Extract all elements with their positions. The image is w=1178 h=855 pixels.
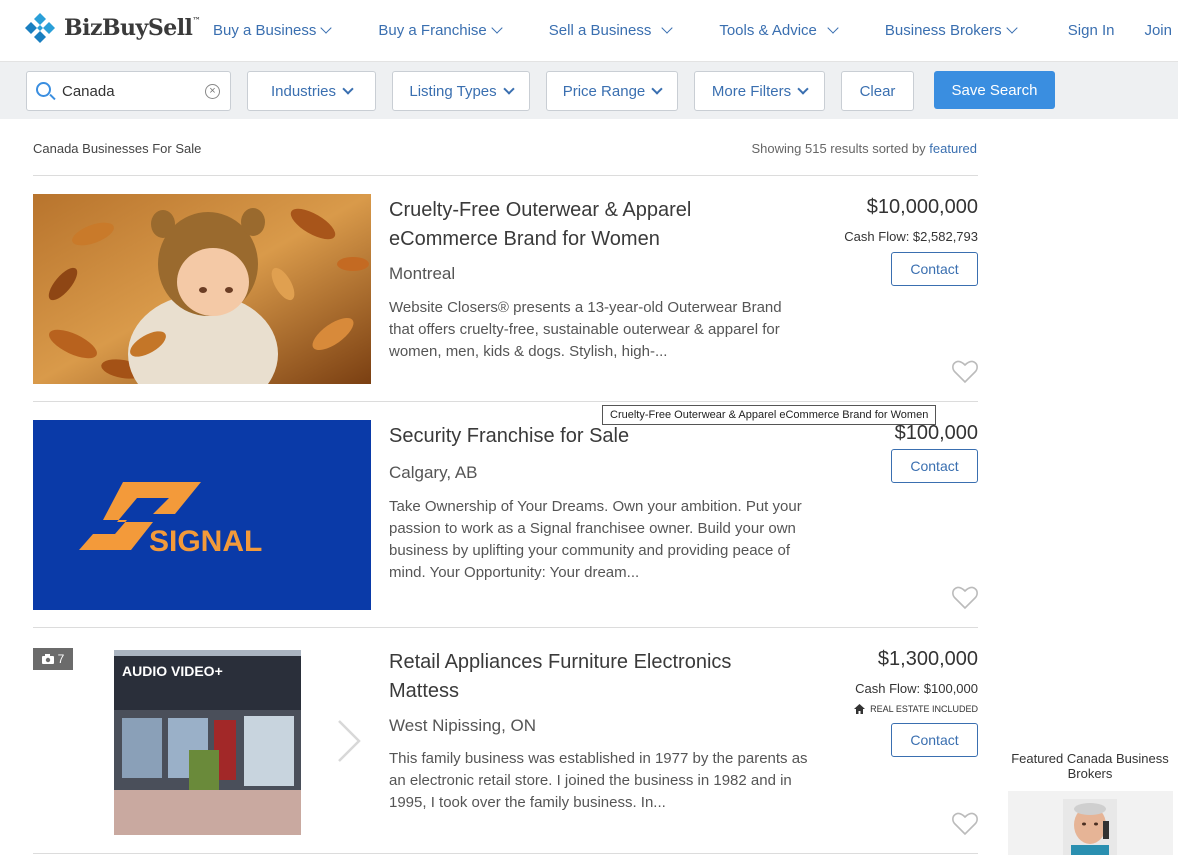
featured-brokers-title: Featured Canada Business Brokers bbox=[1011, 751, 1169, 781]
storefront-image: AUDIO VIDEO+ bbox=[114, 650, 301, 835]
listing-thumbnail[interactable]: SIGNAL bbox=[33, 420, 371, 610]
search-input[interactable] bbox=[62, 82, 192, 100]
listing-title[interactable]: Retail Appliances Furniture Electronics … bbox=[389, 648, 789, 706]
account-nav: Sign In Join bbox=[1038, 22, 1172, 39]
site-header: BizBuySell™ Buy a Business Buy a Franchi… bbox=[0, 0, 1178, 62]
listing-title[interactable]: Cruelty-Free Outerwear & Apparel eCommer… bbox=[389, 196, 789, 254]
contact-button[interactable]: Contact bbox=[891, 252, 978, 286]
favorite-heart-icon[interactable] bbox=[952, 360, 978, 384]
camera-icon bbox=[41, 654, 54, 664]
results-title: Canada Businesses For Sale bbox=[33, 141, 202, 156]
logo-text: BizBuySell™ bbox=[64, 15, 200, 41]
chevron-down-icon bbox=[661, 22, 674, 34]
signal-logo-image: SIGNAL bbox=[33, 420, 371, 610]
real-estate-badge: REAL ESTATE INCLUDED bbox=[854, 704, 978, 714]
nav-buy-business[interactable]: Buy a Business bbox=[213, 22, 333, 39]
more-filters-dropdown[interactable]: More Filters bbox=[694, 71, 825, 111]
divider bbox=[33, 853, 978, 854]
listing-card[interactable]: 7 AUDIO VIDEO+ Retail Appliances Furnitu… bbox=[33, 646, 978, 836]
listing-price: $1,300,000 bbox=[877, 648, 978, 670]
chevron-down-icon bbox=[651, 82, 663, 95]
listing-card[interactable]: Cruelty-Free Outerwear & Apparel eCommer… bbox=[33, 194, 978, 384]
site-logo[interactable]: BizBuySell™ bbox=[24, 12, 200, 44]
house-icon bbox=[854, 704, 866, 714]
join-link[interactable]: Join bbox=[1144, 22, 1172, 39]
nav-tools-advice[interactable]: Tools & Advice bbox=[719, 22, 839, 39]
clear-button[interactable]: Clear bbox=[841, 71, 914, 111]
listing-thumbnail[interactable]: AUDIO VIDEO+ bbox=[114, 650, 301, 835]
nav-sell-business[interactable]: Sell a Business bbox=[549, 22, 674, 39]
listing-location: Calgary, AB bbox=[389, 463, 478, 482]
divider bbox=[33, 627, 978, 628]
clear-search-icon[interactable]: × bbox=[205, 84, 220, 99]
listing-price: $10,000,000 bbox=[866, 196, 978, 218]
listing-title[interactable]: Security Franchise for Sale bbox=[389, 422, 789, 451]
listing-types-dropdown[interactable]: Listing Types bbox=[392, 71, 530, 111]
listing-thumbnail[interactable] bbox=[33, 194, 371, 384]
photo-count-badge: 7 bbox=[33, 648, 73, 670]
listing-location: Montreal bbox=[389, 264, 456, 283]
listing-cash-flow: Cash Flow: $2,582,793 bbox=[844, 229, 978, 244]
signal-logo-text: SIGNAL bbox=[149, 525, 262, 558]
nav-buy-franchise[interactable]: Buy a Franchise bbox=[378, 22, 503, 39]
contact-button[interactable]: Contact bbox=[891, 723, 978, 757]
title-tooltip: Cruelty-Free Outerwear & Apparel eCommer… bbox=[602, 405, 937, 425]
chevron-down-icon bbox=[502, 82, 515, 95]
listing-cash-flow: Cash Flow: $100,000 bbox=[855, 681, 978, 696]
logo-icon bbox=[25, 13, 55, 43]
divider bbox=[33, 401, 978, 402]
broker-card[interactable] bbox=[1008, 791, 1173, 855]
chevron-down-icon bbox=[1005, 22, 1018, 34]
child-in-leaves-image bbox=[33, 194, 371, 384]
sign-in-link[interactable]: Sign In bbox=[1068, 22, 1115, 39]
chevron-down-icon bbox=[342, 82, 354, 95]
divider bbox=[33, 175, 978, 176]
chevron-down-icon bbox=[320, 22, 333, 34]
store-sign-text: AUDIO VIDEO+ bbox=[122, 663, 223, 679]
listing-price: $100,000 bbox=[894, 422, 978, 444]
favorite-heart-icon[interactable] bbox=[952, 812, 978, 836]
contact-button[interactable]: Contact bbox=[891, 449, 978, 483]
broker-photo bbox=[1063, 799, 1117, 855]
search-box: × bbox=[26, 71, 231, 111]
price-range-dropdown[interactable]: Price Range bbox=[546, 71, 678, 111]
favorite-heart-icon[interactable] bbox=[952, 586, 978, 610]
listing-description: Website Closers® presents a 13-year-old … bbox=[389, 299, 782, 360]
save-search-button[interactable]: Save Search bbox=[934, 71, 1055, 109]
listing-card[interactable]: SIGNAL Security Franchise for Sale Calga… bbox=[33, 420, 978, 610]
industries-dropdown[interactable]: Industries bbox=[247, 71, 376, 111]
listing-description: This family business was established in … bbox=[389, 750, 808, 811]
chevron-down-icon bbox=[797, 82, 809, 95]
avatar[interactable] bbox=[1063, 799, 1117, 855]
chevron-down-icon bbox=[827, 22, 839, 34]
sort-link[interactable]: featured bbox=[929, 141, 977, 156]
filter-bar: × Industries Listing Types Price Range M… bbox=[0, 62, 1178, 119]
nav-business-brokers[interactable]: Business Brokers bbox=[885, 22, 1018, 39]
main-nav: Buy a Business Buy a Franchise Sell a Bu… bbox=[213, 22, 1064, 39]
results-count: Showing 515 results sorted by featured bbox=[751, 141, 977, 156]
chevron-down-icon bbox=[491, 22, 503, 34]
listing-description: Take Ownership of Your Dreams. Own your … bbox=[389, 498, 802, 581]
search-icon bbox=[36, 82, 51, 97]
listing-location: West Nipissing, ON bbox=[389, 716, 537, 735]
chevron-right-icon[interactable] bbox=[333, 718, 363, 764]
